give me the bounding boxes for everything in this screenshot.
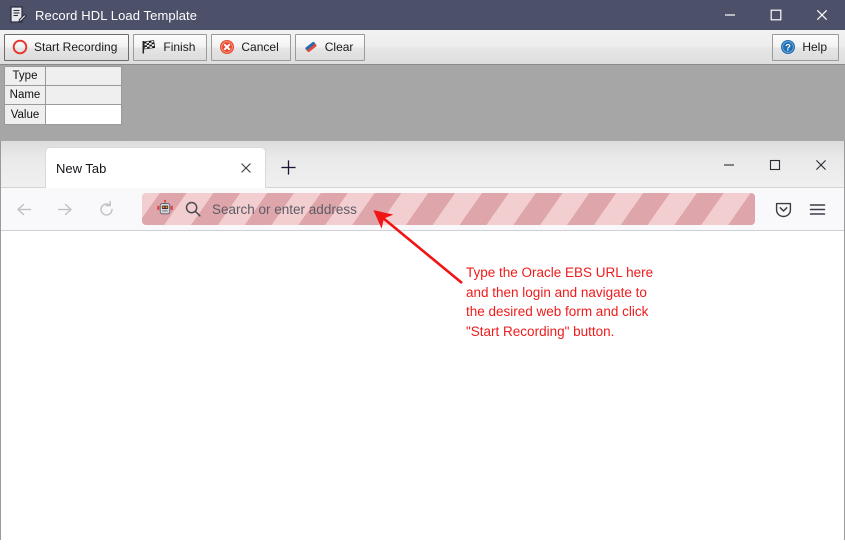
back-arrow-icon[interactable] <box>7 192 41 226</box>
hamburger-menu-icon[interactable] <box>802 194 832 224</box>
app-titlebar: Record HDL Load Template <box>0 0 845 30</box>
search-icon <box>184 200 202 218</box>
grid-label-name: Name <box>5 86 46 104</box>
svg-text:?: ? <box>785 43 791 54</box>
browser-tab[interactable]: New Tab <box>45 147 266 188</box>
app-minimize-button[interactable] <box>707 0 753 30</box>
plus-icon <box>280 159 296 175</box>
clear-label: Clear <box>324 40 354 54</box>
record-circle-icon <box>12 39 28 55</box>
url-input[interactable]: Search or enter address <box>142 193 755 225</box>
browser-navbar: Search or enter address <box>1 188 844 231</box>
finish-button[interactable]: Finish <box>133 33 208 61</box>
grid-label-type: Type <box>5 67 46 85</box>
record-hdl-app-window: Record HDL Load Template Start Recording <box>0 0 845 141</box>
url-placeholder-text: Search or enter address <box>212 201 357 217</box>
start-recording-label: Start Recording <box>34 40 118 54</box>
new-tab-button[interactable] <box>274 153 302 181</box>
eraser-icon <box>303 39 319 55</box>
app-maximize-button[interactable] <box>753 0 799 30</box>
browser-tabstrip: New Tab <box>1 141 844 188</box>
document-pen-icon <box>9 6 27 24</box>
finish-label: Finish <box>163 40 196 54</box>
reload-icon[interactable] <box>89 192 123 226</box>
browser-maximize-button[interactable] <box>752 141 798 188</box>
help-button[interactable]: ? Help <box>772 33 839 61</box>
browser-minimize-button[interactable] <box>706 141 752 188</box>
browser-tab-title: New Tab <box>56 160 107 176</box>
screenshot-root: Record HDL Load Template Start Recording <box>0 0 845 544</box>
browser-content-area[interactable] <box>1 231 844 544</box>
grid-row-value: Value <box>5 105 121 124</box>
browser-close-button[interactable] <box>798 141 844 188</box>
cancel-label: Cancel <box>241 40 279 54</box>
cancel-x-icon <box>219 39 235 55</box>
grid-label-value: Value <box>5 105 46 124</box>
browser-window: New Tab Search or enter address <box>0 141 845 544</box>
app-window-controls <box>707 0 845 30</box>
pocket-save-icon[interactable] <box>768 194 798 224</box>
robot-icon <box>155 199 175 219</box>
browser-toolbar-right <box>768 194 844 224</box>
forward-arrow-icon[interactable] <box>47 192 81 226</box>
app-title: Record HDL Load Template <box>35 7 198 23</box>
browser-window-controls <box>706 141 844 188</box>
app-toolbar: Start Recording Finish Cancel Clear ? He… <box>0 30 845 65</box>
grid-value-name[interactable] <box>46 86 121 104</box>
checkered-flag-icon <box>141 39 157 55</box>
help-question-icon: ? <box>780 39 796 55</box>
help-label: Help <box>802 40 827 54</box>
cancel-button[interactable]: Cancel <box>211 33 291 61</box>
clear-button[interactable]: Clear <box>294 33 366 61</box>
start-recording-button[interactable]: Start Recording <box>4 33 130 61</box>
grid-value-value[interactable] <box>46 105 121 124</box>
app-close-button[interactable] <box>799 0 845 30</box>
type-name-value-grid: Type Name Value <box>4 66 122 125</box>
grid-value-type[interactable] <box>46 67 121 85</box>
grid-row-name: Name <box>5 86 121 105</box>
tab-close-icon[interactable] <box>233 155 259 181</box>
grid-row-type: Type <box>5 67 121 86</box>
